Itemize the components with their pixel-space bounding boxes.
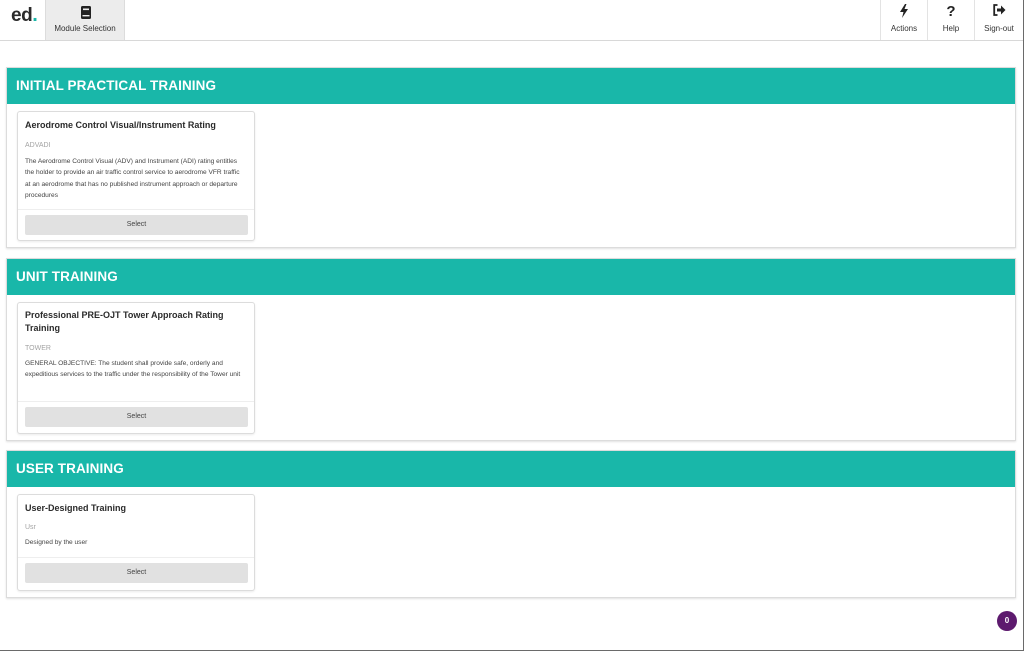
logo-dot: . (32, 4, 38, 26)
module-card-tower: Professional PRE-OJT Tower Approach Rati… (17, 302, 255, 434)
section-title: UNIT TRAINING (7, 259, 1015, 295)
sign-out-icon (975, 4, 1023, 20)
logo-text: ed (11, 5, 33, 26)
help-button[interactable]: ? Help (927, 0, 974, 40)
card-divider (18, 209, 254, 210)
module-card-usr: User-Designed Training Usr Designed by t… (17, 494, 255, 591)
card-code: Usr (25, 524, 36, 531)
section-user-training: USER TRAINING User-Designed Training Usr… (6, 450, 1016, 598)
sign-out-label: Sign-out (984, 24, 1014, 33)
card-description: The Aerodrome Control Visual (ADV) and I… (25, 158, 240, 199)
section-title: USER TRAINING (7, 451, 1015, 487)
card-divider (18, 557, 254, 558)
notification-badge[interactable]: 0 (997, 611, 1017, 631)
sign-out-button[interactable]: Sign-out (974, 0, 1023, 40)
select-button[interactable]: Select (25, 215, 248, 235)
tab-module-selection[interactable]: Module Selection (45, 0, 125, 40)
card-title: User-Designed Training (25, 503, 127, 513)
card-title: Aerodrome Control Visual/Instrument Rati… (25, 120, 216, 130)
help-label: Help (942, 24, 960, 33)
app-window: ed. Module Selection Actions ? Help Sign… (0, 0, 1024, 651)
card-code: TOWER (25, 345, 51, 352)
question-icon: ? (946, 3, 956, 20)
top-navigation-bar: ed. Module Selection Actions ? Help Sign… (0, 0, 1023, 41)
select-button[interactable]: Select (25, 407, 248, 427)
lightning-icon (881, 4, 927, 22)
book-icon (81, 6, 91, 24)
card-description: GENERAL OBJECTIVE: The student shall pro… (25, 360, 241, 379)
section-initial-practical-training: INITIAL PRACTICAL TRAINING Aerodrome Con… (6, 67, 1016, 248)
card-description: Designed by the user (25, 539, 88, 546)
section-unit-training: UNIT TRAINING Professional PRE-OJT Tower… (6, 258, 1016, 441)
card-title: Professional PRE-OJT Tower Approach Rati… (25, 310, 224, 333)
card-divider (18, 401, 254, 402)
tab-module-selection-label: Module Selection (54, 24, 116, 33)
select-button[interactable]: Select (25, 563, 248, 583)
actions-label: Actions (890, 24, 918, 33)
actions-button[interactable]: Actions (880, 0, 927, 40)
card-code: ADVADI (25, 142, 51, 149)
module-card-advadi: Aerodrome Control Visual/Instrument Rati… (17, 111, 255, 241)
section-title: INITIAL PRACTICAL TRAINING (7, 68, 1015, 104)
app-logo[interactable]: ed. (11, 4, 38, 27)
